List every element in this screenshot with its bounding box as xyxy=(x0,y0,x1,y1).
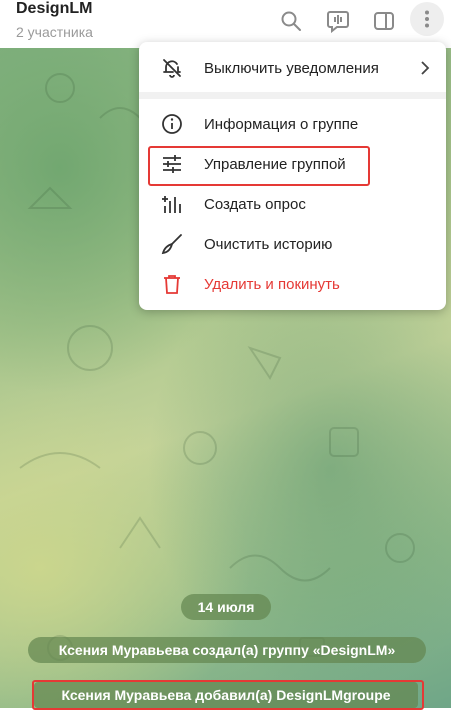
more-vertical-icon xyxy=(425,10,429,28)
voice-chat-icon xyxy=(327,11,349,33)
menu-item-create-poll[interactable]: Создать опрос xyxy=(139,184,446,224)
chat-header: DesignLM 2 участника xyxy=(0,0,451,48)
menu-item-label: Удалить и покинуть xyxy=(204,275,340,293)
menu-item-label: Очистить историю xyxy=(204,235,333,253)
search-button[interactable] xyxy=(274,4,308,38)
menu-item-label: Выключить уведомления xyxy=(204,59,379,77)
menu-item-label: Создать опрос xyxy=(204,195,306,213)
info-icon xyxy=(162,114,182,134)
date-separator: 14 июля xyxy=(181,594,271,620)
more-menu-button[interactable] xyxy=(410,2,444,36)
menu-item-delete-leave[interactable]: Удалить и покинуть xyxy=(139,264,446,304)
search-icon xyxy=(281,11,301,31)
trash-icon xyxy=(164,275,180,294)
sidebar-toggle-button[interactable] xyxy=(367,4,401,38)
menu-item-mute[interactable]: Выключить уведомления xyxy=(139,48,446,88)
mute-bell-icon xyxy=(163,59,181,78)
service-message-created: Ксения Муравьева создал(а) группу «Desig… xyxy=(28,637,426,663)
added-member-highlight-box xyxy=(32,680,424,710)
menu-item-clear-history[interactable]: Очистить историю xyxy=(139,224,446,264)
member-count: 2 участника xyxy=(16,24,93,40)
broom-icon xyxy=(161,234,182,255)
menu-item-group-info[interactable]: Информация о группе xyxy=(139,104,446,144)
poll-icon xyxy=(162,196,181,213)
sidebar-toggle-icon xyxy=(374,12,394,30)
menu-separator xyxy=(139,92,446,99)
manage-group-highlight-box xyxy=(148,146,370,186)
chevron-right-icon xyxy=(421,61,430,75)
menu-item-label: Информация о группе xyxy=(204,115,359,133)
voice-chat-button[interactable] xyxy=(321,4,355,38)
chat-title[interactable]: DesignLM xyxy=(16,0,92,18)
